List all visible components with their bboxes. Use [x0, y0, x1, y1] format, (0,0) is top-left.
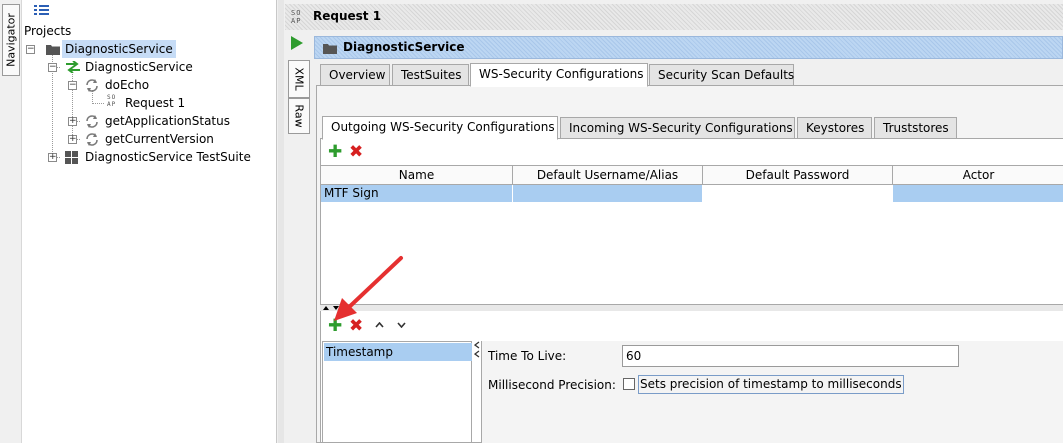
play-icon[interactable]	[291, 36, 303, 50]
vertical-splitter[interactable]	[320, 305, 1063, 311]
collapse-toggle[interactable]: −	[68, 81, 77, 90]
tab-ws-security-configurations[interactable]: WS-Security Configurations	[470, 63, 648, 87]
tab-testsuites[interactable]: TestSuites	[392, 64, 469, 86]
expand-toggle[interactable]: +	[48, 153, 57, 162]
table-cell-username[interactable]	[513, 185, 703, 202]
tree-item-interface[interactable]: DiagnosticService	[85, 58, 193, 76]
remove-icon[interactable]: ✖	[349, 144, 363, 161]
table-cell-password[interactable]	[703, 185, 893, 202]
tab-keystores[interactable]: Keystores	[797, 117, 872, 139]
editor-side-tabs: XML Raw	[286, 34, 310, 443]
tab-raw[interactable]: Raw	[288, 98, 310, 134]
expand-toggle[interactable]: +	[68, 135, 77, 144]
tab-xml[interactable]: XML	[288, 60, 310, 98]
project-tree-panel: Projects − DiagnosticService − Diagnosti…	[22, 0, 277, 443]
millisecond-precision-text[interactable]: Sets precision of timestamp to milliseco…	[638, 375, 904, 394]
testsuite-icon	[65, 151, 78, 164]
tree-item-project[interactable]: DiagnosticService	[62, 40, 176, 58]
navigator-tab-label: Navigator	[4, 13, 18, 67]
annotation-arrow	[334, 256, 403, 321]
view-icon[interactable]	[34, 4, 49, 16]
tab-incoming-ws-security[interactable]: Incoming WS-Security Configurations	[560, 117, 795, 139]
entry-list: Timestamp	[322, 341, 472, 443]
operation-icon	[86, 79, 98, 92]
service-title-bar: DiagnosticService	[314, 36, 1063, 59]
soap-request-icon: SO AP	[291, 9, 302, 25]
time-to-live-input[interactable]: 60	[622, 345, 959, 367]
folder-icon	[46, 45, 60, 55]
table-cell-actor[interactable]	[893, 185, 1063, 202]
service-title: DiagnosticService	[343, 40, 465, 54]
collapse-icon[interactable]	[474, 341, 480, 361]
expand-toggle[interactable]: +	[68, 117, 77, 126]
tab-security-scan-defaults[interactable]: Security Scan Defaults	[649, 64, 794, 86]
operation-icon	[86, 115, 98, 128]
folder-icon	[323, 44, 337, 54]
tab-truststores[interactable]: Truststores	[874, 117, 957, 139]
column-header-password[interactable]: Default Password	[703, 166, 893, 185]
tree-item-operation-getapplicationstatus[interactable]: getApplicationStatus	[105, 112, 230, 130]
tree-item-request-1[interactable]: Request 1	[125, 94, 185, 112]
column-header-name[interactable]: Name	[321, 166, 513, 185]
column-header-username[interactable]: Default Username/Alias	[513, 166, 703, 185]
column-header-actor[interactable]: Actor	[893, 166, 1063, 185]
collapse-toggle[interactable]: −	[48, 63, 57, 72]
operation-icon	[86, 133, 98, 146]
ws-security-config-table: Name Default Username/Alias Default Pass…	[320, 165, 1063, 305]
navigator-strip: Navigator	[0, 0, 22, 443]
tab-outgoing-ws-security[interactable]: Outgoing WS-Security Configurations	[322, 116, 558, 140]
add-icon[interactable]: ✚	[328, 144, 342, 161]
tree-item-testsuite[interactable]: DiagnosticService TestSuite	[85, 148, 251, 166]
entry-detail-panel: Time To Live: 60 Millisecond Precision: …	[481, 341, 1063, 443]
entry-list-item-timestamp[interactable]: Timestamp	[324, 343, 472, 361]
navigator-tab[interactable]: Navigator	[2, 4, 20, 76]
soap-request-icon: SO AP	[107, 94, 117, 108]
tree-item-operation-doecho[interactable]: doEcho	[105, 76, 149, 94]
request-title: Request 1	[313, 9, 382, 23]
tree-root-projects: Projects	[24, 24, 72, 38]
interface-icon	[66, 61, 80, 73]
time-to-live-label: Time To Live:	[488, 349, 567, 363]
collapse-toggle[interactable]: −	[26, 45, 35, 54]
request-title-bar: SO AP Request 1	[285, 4, 1063, 30]
tab-overview[interactable]: Overview	[320, 64, 390, 86]
table-cell-name[interactable]: MTF Sign	[321, 185, 513, 202]
millisecond-precision-label: Millisecond Precision:	[488, 378, 616, 392]
tree-item-operation-getcurrentversion[interactable]: getCurrentVersion	[105, 130, 214, 148]
millisecond-precision-checkbox[interactable]	[623, 378, 635, 390]
